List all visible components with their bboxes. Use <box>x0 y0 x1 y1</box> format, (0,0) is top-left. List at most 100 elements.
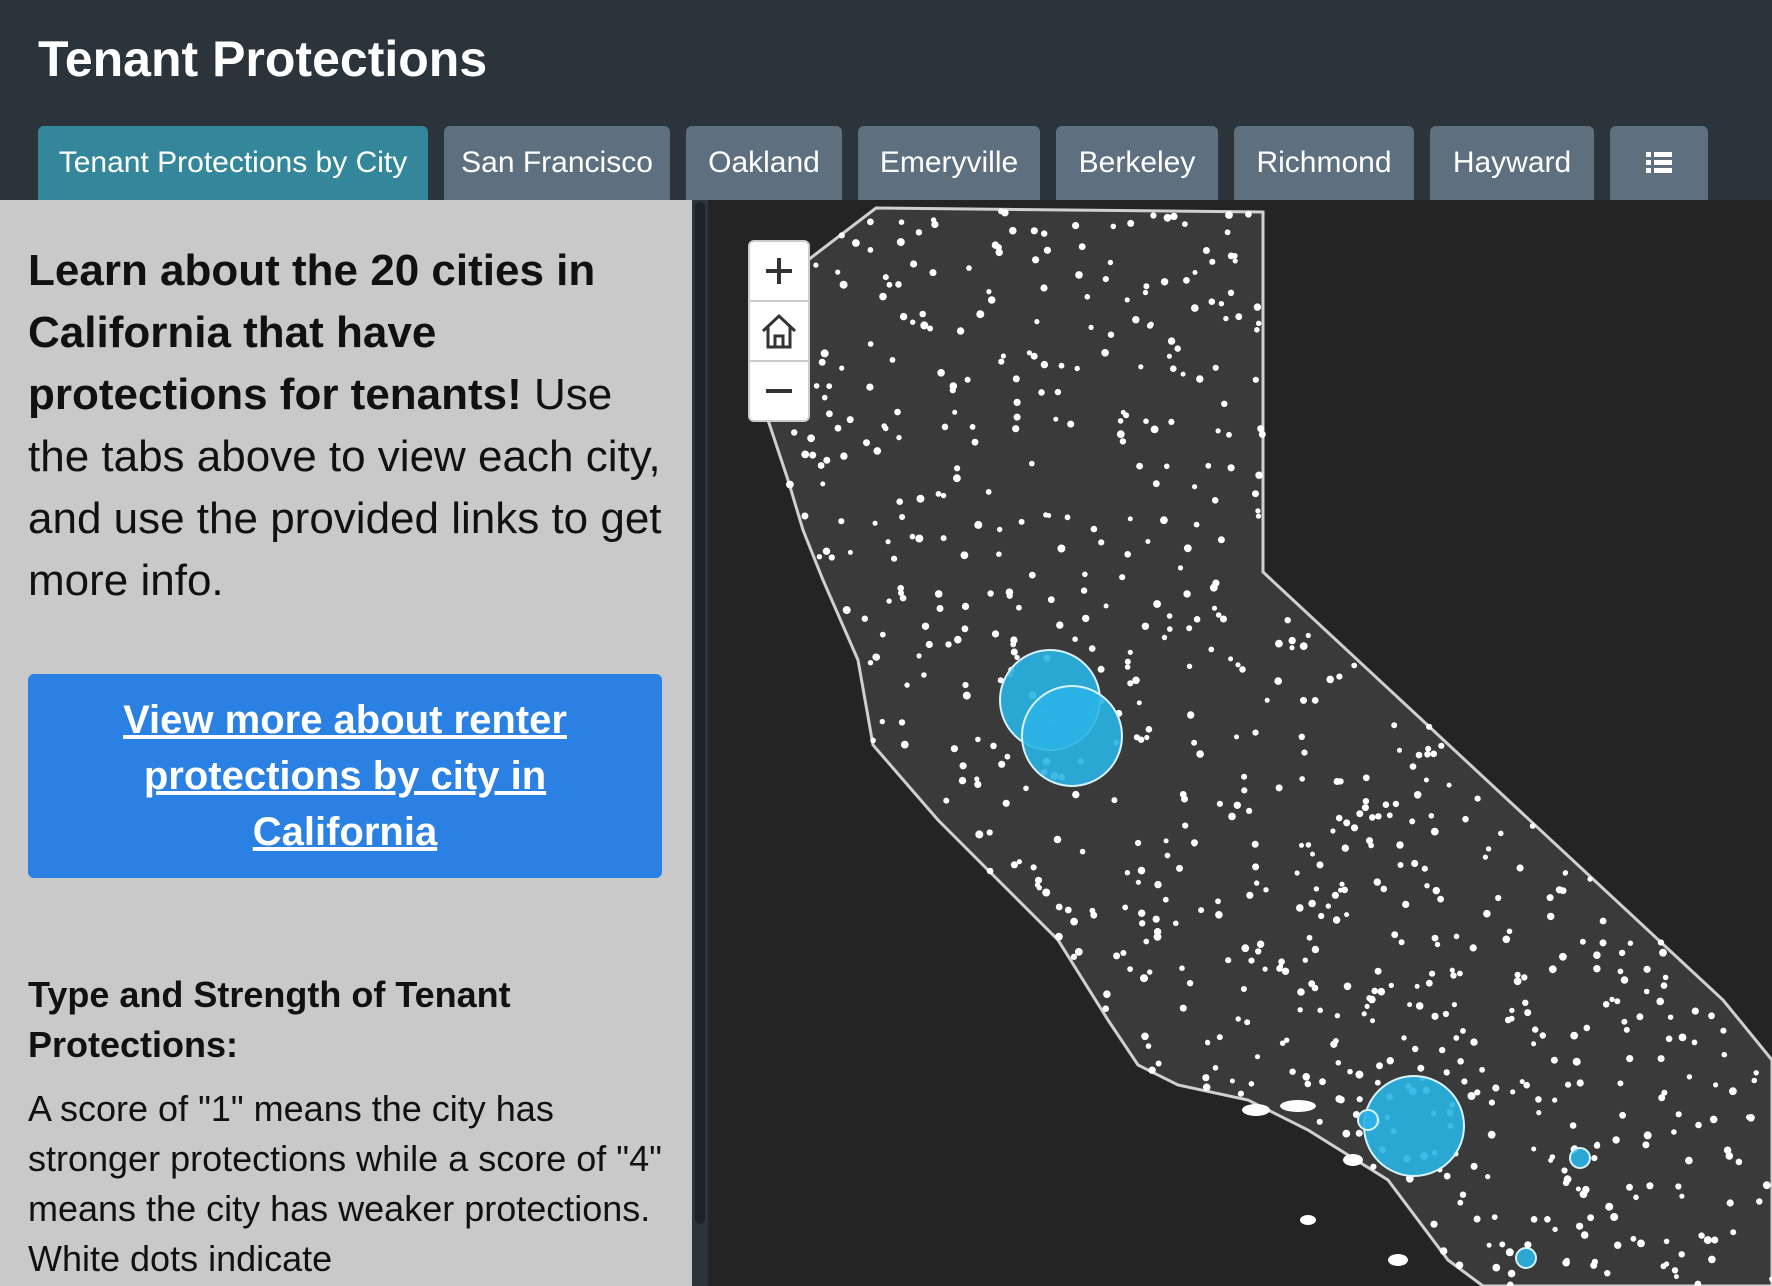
city-point[interactable] <box>1591 1155 1598 1162</box>
city-point[interactable] <box>1409 763 1417 770</box>
city-point[interactable] <box>969 424 976 430</box>
city-point[interactable] <box>1179 965 1185 971</box>
city-point[interactable] <box>1009 226 1017 235</box>
city-point[interactable] <box>1391 931 1399 939</box>
city-point[interactable] <box>866 383 874 391</box>
city-point[interactable] <box>910 319 916 325</box>
city-point[interactable] <box>910 260 918 268</box>
city-point[interactable] <box>1368 995 1376 1004</box>
city-point[interactable] <box>1431 1012 1439 1020</box>
city-point[interactable] <box>1167 337 1176 345</box>
city-point[interactable] <box>996 551 1002 557</box>
city-point[interactable] <box>1252 376 1259 383</box>
city-point[interactable] <box>1311 945 1320 954</box>
city-point[interactable] <box>1028 571 1036 579</box>
city-point[interactable] <box>1587 1214 1594 1222</box>
city-point[interactable] <box>1300 696 1307 704</box>
city-point[interactable] <box>1730 1229 1737 1236</box>
city-point[interactable] <box>1593 1142 1601 1149</box>
city-point[interactable] <box>1212 364 1219 371</box>
city-point[interactable] <box>998 760 1006 768</box>
city-point[interactable] <box>1281 967 1290 975</box>
city-point[interactable] <box>1344 912 1350 918</box>
city-point[interactable] <box>1523 1081 1530 1089</box>
city-point[interactable] <box>1439 1046 1446 1054</box>
city-point[interactable] <box>813 262 819 268</box>
city-point[interactable] <box>846 416 854 424</box>
city-point[interactable] <box>1124 658 1131 665</box>
city-point[interactable] <box>1005 588 1014 596</box>
city-point[interactable] <box>990 742 997 750</box>
city-point[interactable] <box>1446 782 1452 788</box>
city-point[interactable] <box>873 447 882 455</box>
city-point[interactable] <box>1193 521 1200 528</box>
city-point[interactable] <box>1160 278 1169 286</box>
city-point[interactable] <box>889 357 896 363</box>
city-point[interactable] <box>1191 739 1198 746</box>
city-point[interactable] <box>1116 430 1125 439</box>
city-point[interactable] <box>954 635 962 644</box>
city-point[interactable] <box>1141 1032 1149 1041</box>
city-point[interactable] <box>1667 1014 1674 1020</box>
city-point[interactable] <box>1074 365 1080 372</box>
city-point[interactable] <box>1414 983 1420 989</box>
city-point[interactable] <box>1636 1013 1644 1021</box>
city-point[interactable] <box>1521 974 1528 981</box>
city-point[interactable] <box>1010 861 1018 869</box>
city-point[interactable] <box>1256 320 1262 326</box>
city-point[interactable] <box>1255 508 1261 514</box>
city-point[interactable] <box>916 494 925 503</box>
city-point[interactable] <box>1361 804 1369 812</box>
city-point[interactable] <box>834 424 842 432</box>
city-point[interactable] <box>1531 1041 1537 1047</box>
city-point[interactable] <box>1491 1214 1498 1220</box>
city-point[interactable] <box>1029 460 1035 467</box>
city-point[interactable] <box>1453 933 1460 940</box>
city-point[interactable] <box>1274 677 1282 685</box>
city-point[interactable] <box>1166 353 1172 359</box>
city-point[interactable] <box>1067 420 1075 428</box>
city-point[interactable] <box>1453 1035 1460 1041</box>
city-point[interactable] <box>1753 1070 1759 1076</box>
city-point[interactable] <box>898 719 906 726</box>
city-point[interactable] <box>1082 614 1090 623</box>
city-point[interactable] <box>1438 742 1445 749</box>
city-point[interactable] <box>1330 828 1336 834</box>
city-point[interactable] <box>1415 1002 1424 1010</box>
city-point[interactable] <box>1397 862 1404 868</box>
city-point[interactable] <box>1695 1121 1702 1129</box>
city-point[interactable] <box>1221 400 1228 407</box>
protected-city-marker[interactable] <box>1515 1247 1537 1269</box>
city-point[interactable] <box>1120 950 1127 956</box>
city-point[interactable] <box>870 737 876 744</box>
city-point[interactable] <box>930 217 937 223</box>
city-point[interactable] <box>1170 212 1178 221</box>
city-point[interactable] <box>1658 1094 1666 1102</box>
city-point[interactable] <box>1174 345 1181 352</box>
city-point[interactable] <box>915 229 923 236</box>
city-point[interactable] <box>945 641 952 648</box>
city-point[interactable] <box>828 554 835 561</box>
city-point[interactable] <box>1030 352 1038 360</box>
city-point[interactable] <box>1620 976 1629 984</box>
city-point[interactable] <box>1362 774 1370 782</box>
city-point[interactable] <box>820 481 826 487</box>
city-point[interactable] <box>1559 887 1567 895</box>
city-point[interactable] <box>1032 256 1040 264</box>
tab-emeryville[interactable]: Emeryville <box>858 126 1040 200</box>
tab-oakland[interactable]: Oakland <box>686 126 842 200</box>
city-point[interactable] <box>1569 1122 1577 1129</box>
city-point[interactable] <box>885 539 891 545</box>
city-point[interactable] <box>961 602 970 610</box>
city-point[interactable] <box>1080 587 1088 594</box>
city-point[interactable] <box>1473 1215 1481 1223</box>
city-point[interactable] <box>1070 917 1078 926</box>
city-point[interactable] <box>807 434 815 443</box>
city-point[interactable] <box>987 296 996 304</box>
city-point[interactable] <box>1605 1202 1614 1211</box>
city-point[interactable] <box>1604 1270 1611 1277</box>
city-point[interactable] <box>1532 1026 1539 1033</box>
city-point[interactable] <box>1729 1087 1737 1096</box>
city-point[interactable] <box>867 341 874 347</box>
city-point[interactable] <box>1235 313 1243 321</box>
